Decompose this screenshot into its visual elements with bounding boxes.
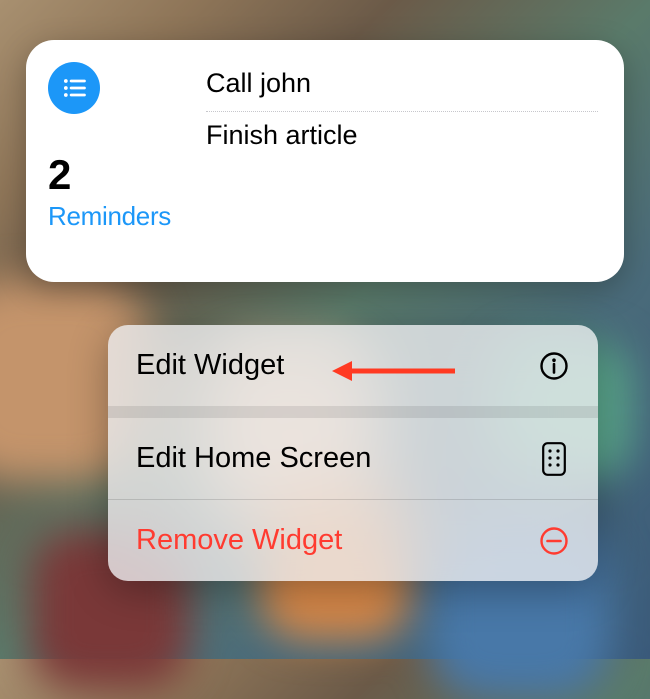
reminder-count: 2 (48, 154, 186, 196)
menu-separator (108, 406, 598, 418)
widget-summary: 2 Reminders (26, 40, 186, 282)
edit-home-screen-button[interactable]: Edit Home Screen (108, 418, 598, 499)
reminder-item: Call john (206, 60, 598, 111)
info-icon (538, 350, 570, 382)
widget-title: Reminders (48, 202, 178, 232)
widget-items: Call john Finish article (186, 40, 624, 282)
apps-grid-icon (538, 443, 570, 475)
widget-context-menu: Edit Widget Edit Home Screen Remove (108, 325, 598, 581)
minus-circle-icon (538, 525, 570, 557)
reminder-item: Finish article (206, 112, 598, 163)
menu-item-label: Edit Home Screen (136, 442, 371, 475)
list-icon (48, 62, 100, 114)
remove-widget-button[interactable]: Remove Widget (108, 500, 598, 581)
menu-item-label: Edit Widget (136, 349, 284, 382)
reminders-widget[interactable]: 2 Reminders Call john Finish article (26, 40, 624, 282)
edit-widget-button[interactable]: Edit Widget (108, 325, 598, 406)
menu-item-label: Remove Widget (136, 524, 342, 557)
